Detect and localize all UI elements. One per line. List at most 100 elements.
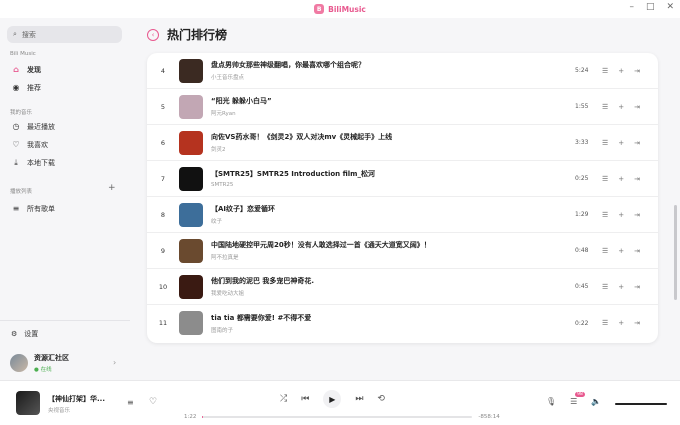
heart-icon[interactable]: ♡	[149, 397, 157, 407]
add-icon[interactable]: +	[618, 247, 624, 255]
progress-area: 1:22 -858:14	[184, 413, 504, 421]
lyrics-icon[interactable]: ☰	[602, 247, 608, 255]
song-title[interactable]: 【AI纹子】恋爱循环	[211, 204, 551, 214]
home-icon: ⌂	[13, 65, 19, 74]
add-to-queue-icon[interactable]: ⇥	[634, 319, 640, 327]
song-cover[interactable]	[179, 130, 203, 155]
shuffle-icon[interactable]: ⤮	[280, 394, 287, 404]
song-title[interactable]: 他们到我的泥巴 我多宠巴神奇花.	[211, 276, 551, 286]
add-to-queue-icon[interactable]: ⇥	[634, 67, 640, 75]
add-to-queue-icon[interactable]: ⇥	[634, 175, 640, 183]
section-label-bilimusic: Bili Music	[10, 51, 36, 57]
song-cover[interactable]	[179, 238, 203, 263]
microphone-icon[interactable]: 🎙	[546, 397, 556, 406]
song-cover[interactable]	[179, 202, 203, 227]
lyrics-icon[interactable]: ☰	[602, 139, 608, 147]
song-row[interactable]: 7 【SMTR25】SMTR25 Introduction film_松河 SMTR…	[147, 161, 658, 197]
song-row[interactable]: 8 【AI纹子】恋爱循环 纹子 1:29 ☰ + ⇥	[147, 197, 658, 233]
song-title[interactable]: 向佐VS药水哥！《剑灵2》双人对决mv《灵械起手》上线	[211, 132, 551, 142]
search-placeholder: 搜索	[21, 30, 36, 39]
song-cover[interactable]	[179, 274, 203, 299]
lyrics-icon[interactable]: ☰	[602, 283, 608, 291]
song-list: 4 盘点男帅女那些神级翻唱，你最喜欢哪个组合呢？ 小王音乐盘点 5:24 ☰ + ⇥ 5 “阳光…	[147, 53, 658, 343]
song-rank: 10	[158, 282, 168, 291]
current-time: 1:22	[184, 414, 197, 420]
lyrics-icon[interactable]: ☰	[602, 319, 608, 327]
scrollbar[interactable]	[674, 205, 677, 300]
song-title[interactable]: 【SMTR25】SMTR25 Introduction film_松河	[211, 169, 551, 179]
song-artist[interactable]: 阿元Ryan	[211, 109, 551, 117]
repeat-icon[interactable]: ⟲	[377, 394, 385, 404]
song-cover[interactable]	[179, 166, 203, 191]
song-artist[interactable]: 小王音乐盘点	[211, 73, 551, 81]
volume-icon[interactable]: 🔈	[591, 397, 601, 406]
add-to-queue-icon[interactable]: ⇥	[634, 139, 640, 147]
close-icon[interactable]: ✕	[666, 2, 674, 12]
add-icon[interactable]: +	[618, 283, 624, 291]
sidebar-item-downloads[interactable]: ⤓ 本地下载	[7, 155, 122, 170]
song-cover[interactable]	[179, 94, 203, 119]
sidebar-item-recommend[interactable]: ◉ 推荐	[7, 80, 122, 95]
user-status: ● 在线	[34, 367, 52, 373]
add-icon[interactable]: +	[618, 67, 624, 75]
maximize-icon[interactable]: □	[646, 2, 655, 12]
lyrics-icon[interactable]: ☰	[602, 103, 608, 111]
chevron-right-icon[interactable]: ›	[113, 358, 116, 367]
song-rank: 4	[160, 66, 166, 75]
lyrics-list-icon[interactable]: ≡	[127, 398, 134, 407]
song-artist[interactable]: 图南的子	[211, 326, 551, 334]
now-playing-title[interactable]: 【神仙打架】华...	[48, 394, 105, 404]
add-to-queue-icon[interactable]: ⇥	[634, 247, 640, 255]
song-artist[interactable]: 纹子	[211, 217, 551, 225]
sidebar-item-recent[interactable]: ◷ 最近播放	[7, 119, 122, 134]
song-artist[interactable]: 剑灵2	[211, 145, 551, 153]
song-cover[interactable]	[179, 311, 203, 335]
now-playing-cover[interactable]	[16, 391, 40, 415]
search-input[interactable]: ⌕ 搜索	[7, 26, 122, 43]
sidebar-item-all-playlists[interactable]: ≡ 所有歌单	[7, 201, 122, 216]
sidebar-item-discover[interactable]: ⌂ 发现	[7, 62, 122, 77]
volume-fill	[615, 403, 667, 405]
add-icon[interactable]: +	[618, 211, 624, 219]
song-row[interactable]: 6 向佐VS药水哥！《剑灵2》双人对决mv《灵械起手》上线 剑灵2 3:33 ☰ + ⇥	[147, 125, 658, 161]
add-to-queue-icon[interactable]: ⇥	[634, 211, 640, 219]
user-profile[interactable]: 资源汇社区 ● 在线	[10, 353, 69, 373]
song-title[interactable]: tia tia 都需要你爱! #不得不爱	[211, 313, 551, 323]
progress-fill	[202, 416, 204, 418]
add-icon[interactable]: +	[618, 103, 624, 111]
lyrics-icon[interactable]: ☰	[602, 211, 608, 219]
song-artist[interactable]: 我爱吃动大姐	[211, 289, 551, 297]
lyrics-icon[interactable]: ☰	[602, 175, 608, 183]
app-name: BiliMusic	[328, 4, 366, 14]
add-playlist-icon[interactable]: +	[108, 183, 116, 193]
next-icon[interactable]: ⏭	[355, 394, 363, 404]
progress-bar[interactable]	[202, 416, 473, 418]
song-cover[interactable]	[179, 58, 203, 83]
minimize-icon[interactable]: –	[629, 2, 634, 12]
add-to-queue-icon[interactable]: ⇥	[634, 103, 640, 111]
song-title[interactable]: 盘点男帅女那些神级翻唱，你最喜欢哪个组合呢？	[211, 60, 551, 70]
add-icon[interactable]: +	[618, 175, 624, 183]
lyrics-icon[interactable]: ☰	[602, 67, 608, 75]
previous-icon[interactable]: ⏮	[301, 394, 309, 404]
song-artist[interactable]: SMTR25	[211, 182, 551, 188]
play-icon: ▶	[329, 394, 336, 404]
add-icon[interactable]: +	[618, 319, 624, 327]
song-row[interactable]: 11 tia tia 都需要你爱! #不得不爱 图南的子 0:22 ☰ + ⇥	[147, 305, 658, 341]
back-button[interactable]: ‹	[147, 28, 159, 41]
volume-slider[interactable]	[615, 403, 667, 405]
song-title[interactable]: “阳光 躲躲小白马”	[211, 96, 551, 106]
song-title[interactable]: 中国陆地硬控甲元周20秒！没有人敢选择过一首《通天大道宽又阔》！	[211, 240, 551, 250]
add-icon[interactable]: +	[618, 139, 624, 147]
song-artist[interactable]: 阿不拉真是	[211, 253, 551, 261]
sidebar-item-liked[interactable]: ♡ 我喜欢	[7, 137, 122, 152]
song-row[interactable]: 9 中国陆地硬控甲元周20秒！没有人敢选择过一首《通天大道宽又阔》！ 阿不拉真是 0:…	[147, 233, 658, 269]
avatar	[10, 354, 28, 372]
play-button[interactable]: ▶	[323, 390, 342, 408]
add-to-queue-icon[interactable]: ⇥	[634, 283, 640, 291]
song-row[interactable]: 4 盘点男帅女那些神级翻唱，你最喜欢哪个组合呢？ 小王音乐盘点 5:24 ☰ + ⇥	[147, 53, 658, 89]
playlist-queue-button[interactable]: ☰ 98	[570, 392, 585, 406]
settings-button[interactable]: ⚙ 设置	[7, 329, 38, 339]
song-row[interactable]: 5 “阳光 躲躲小白马” 阿元Ryan 1:55 ☰ + ⇥	[147, 89, 658, 125]
song-row[interactable]: 10 他们到我的泥巴 我多宠巴神奇花. 我爱吃动大姐 0:45 ☰ + ⇥	[147, 269, 658, 305]
